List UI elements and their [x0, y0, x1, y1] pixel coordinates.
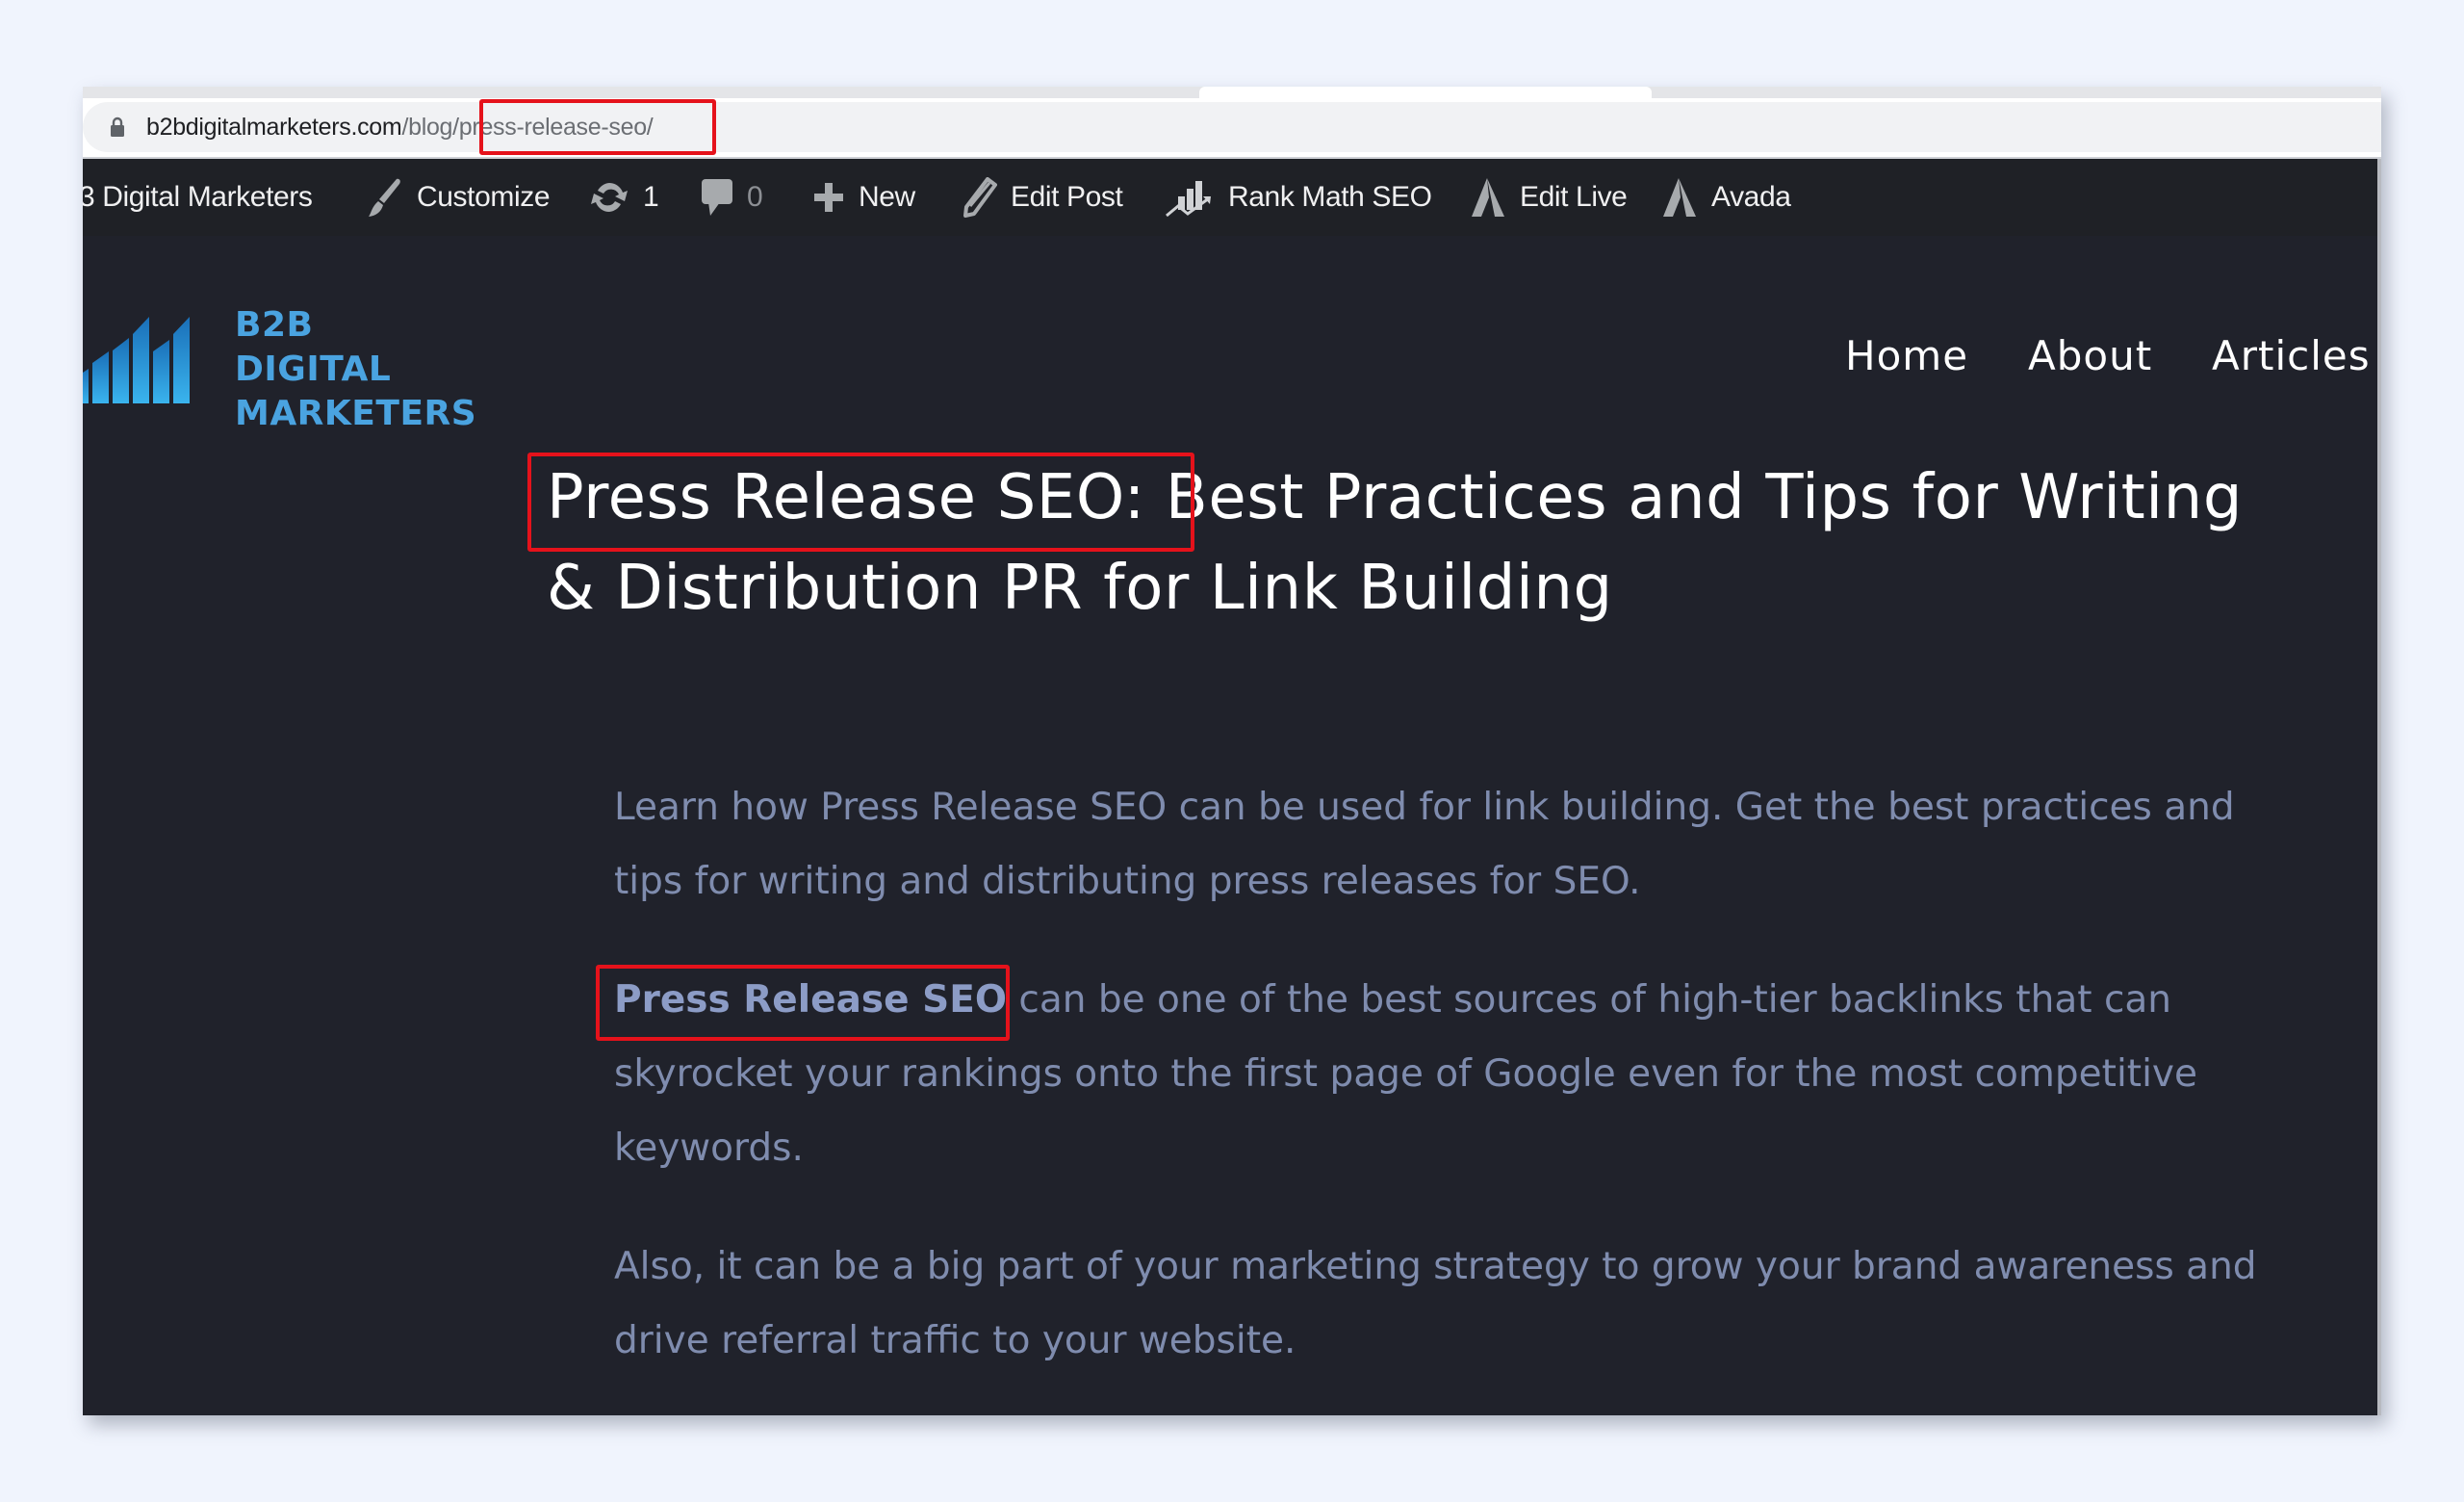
scrollbar[interactable] [2377, 159, 2381, 1415]
bar-chart-logo-icon [83, 317, 190, 403]
article-paragraph: Press Release SEO can be one of the best… [614, 963, 2308, 1185]
edit-live-label: Edit Live [1520, 181, 1628, 213]
url-path: /blog/press-release-seo/ [401, 114, 654, 141]
avada-icon [1472, 178, 1504, 217]
article-paragraph: Also, it can be a big part of your marke… [614, 1245, 2257, 1362]
pencil-icon [963, 177, 997, 218]
admin-bar-new[interactable]: New [812, 159, 915, 236]
nav-articles[interactable]: Articles [2212, 323, 2371, 390]
paintbrush-icon [369, 178, 400, 217]
avada-icon [1663, 178, 1696, 217]
sync-icon [591, 183, 628, 212]
url-text[interactable]: b2bdigitalmarketers.com/blog/press-relea… [146, 102, 654, 152]
address-bar[interactable]: b2bdigitalmarketers.com/blog/press-relea… [83, 102, 2381, 152]
logo-line-1: B2B DIGITAL [235, 305, 392, 389]
admin-bar-avada[interactable]: Avada [1661, 159, 1791, 236]
url-domain: b2bdigitalmarketers.com [146, 114, 402, 141]
admin-bar-site-name[interactable]: 3 Digital Marketers [83, 159, 313, 236]
tab-strip [83, 87, 2381, 98]
site-name-label: 3 Digital Marketers [83, 181, 313, 213]
article-title: Press Release SEO: Best Practices and Ti… [547, 453, 2279, 634]
comments-count: 0 [747, 181, 763, 213]
bold-keyword: Press Release SEO [614, 978, 1008, 1022]
updates-count: 1 [643, 181, 659, 213]
rank-math-icon [1166, 181, 1211, 218]
admin-bar-customize[interactable]: Customize [365, 159, 551, 236]
article-intro: Learn how Press Release SEO can be used … [614, 786, 2235, 903]
title-highlight: Press Release SEO: [547, 462, 1145, 533]
nav-home[interactable]: Home [1845, 323, 1968, 390]
comment-icon [702, 179, 732, 216]
lock-icon[interactable] [110, 117, 125, 138]
plus-icon [814, 183, 843, 212]
nav-about[interactable]: About [2028, 323, 2152, 390]
admin-bar-edit-post[interactable]: Edit Post [962, 159, 1123, 236]
new-label: New [859, 181, 915, 213]
logo-text: B2B DIGITAL MARKETERS [235, 303, 476, 436]
site-logo[interactable]: B2B DIGITAL MARKETERS [83, 296, 476, 433]
avada-label: Avada [1711, 181, 1791, 213]
customize-label: Customize [417, 181, 551, 213]
browser-toolbar: b2bdigitalmarketers.com/blog/press-relea… [83, 98, 2381, 159]
wp-admin-bar: 3 Digital Marketers Customize 1 0 New Ed… [83, 159, 2381, 236]
edit-post-label: Edit Post [1011, 181, 1123, 213]
admin-bar-edit-live[interactable]: Edit Live [1470, 159, 1628, 236]
logo-line-2: MARKETERS [235, 394, 477, 433]
admin-bar-updates[interactable]: 1 [589, 159, 659, 236]
active-tab[interactable] [1199, 87, 1652, 98]
rank-math-label: Rank Math SEO [1228, 181, 1432, 213]
admin-bar-comments[interactable]: 0 [701, 159, 763, 236]
admin-bar-rank-math[interactable]: Rank Math SEO [1165, 159, 1432, 236]
article-content: Learn how Press Release SEO can be used … [614, 770, 2308, 1415]
browser-window: b2bdigitalmarketers.com/blog/press-relea… [83, 87, 2381, 1415]
